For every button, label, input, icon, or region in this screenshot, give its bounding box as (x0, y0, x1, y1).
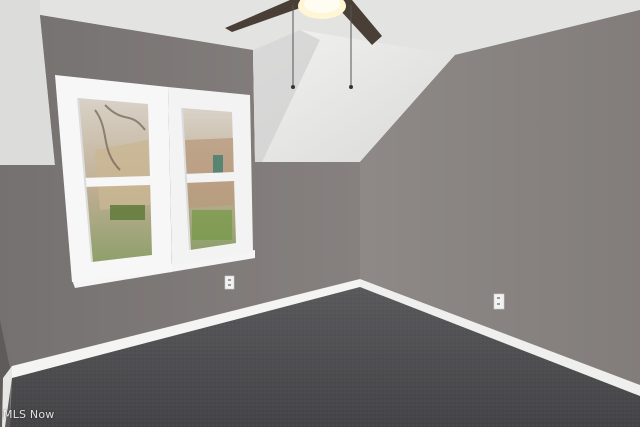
outlet-back-wall (224, 275, 235, 290)
mls-watermark: MLS Now (3, 408, 55, 421)
outlet-right-wall (493, 293, 505, 310)
double-window (55, 75, 255, 288)
room-photo (0, 0, 640, 427)
